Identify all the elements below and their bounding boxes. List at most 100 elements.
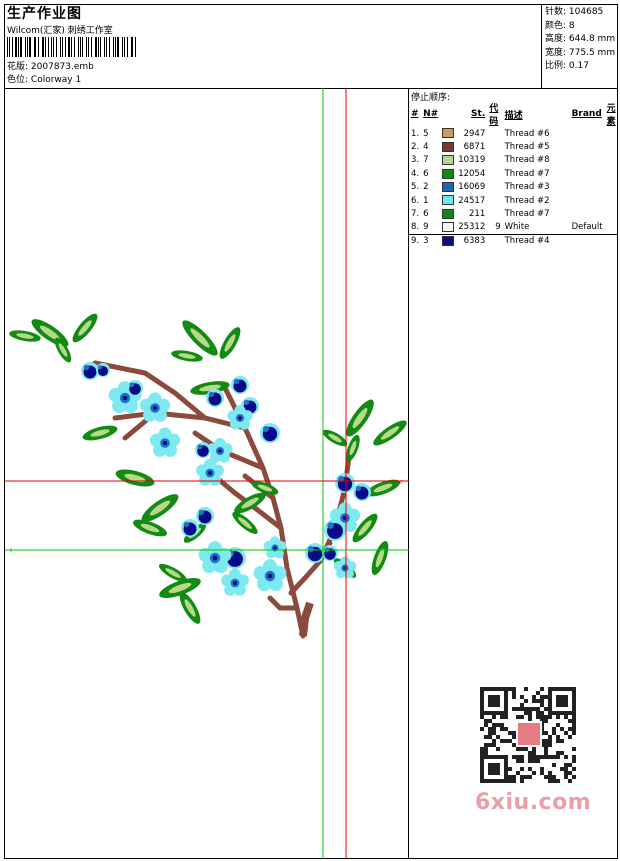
bud-highlight xyxy=(198,509,205,516)
sheet-title: 生产作业图 xyxy=(7,6,82,22)
col-brand: Brand xyxy=(571,109,602,119)
qr-module xyxy=(548,755,552,759)
flower-pistil xyxy=(342,515,348,521)
qr-module xyxy=(480,727,484,731)
row-element xyxy=(605,234,620,247)
barcode-bar xyxy=(56,37,57,57)
qr-module xyxy=(528,767,532,771)
stitches-row: 针数: 104685 xyxy=(545,6,615,20)
barcode-bar xyxy=(117,37,120,57)
col-st: St. xyxy=(471,109,486,119)
scale-row: 比例: 0.17 xyxy=(545,60,615,74)
colorway-label: 色位: xyxy=(7,75,29,85)
bud-highlight xyxy=(327,522,334,529)
qr-module xyxy=(504,727,508,731)
qr-module xyxy=(480,715,484,719)
flower-pistil xyxy=(218,449,222,453)
barcode-bar xyxy=(68,37,71,57)
row-desc: Thread #8 xyxy=(504,155,550,166)
qr-module xyxy=(520,775,524,779)
qr-module xyxy=(568,735,572,739)
stats-divider xyxy=(541,5,542,88)
qr-module xyxy=(520,755,524,759)
bud-highlight xyxy=(83,364,90,371)
row-element xyxy=(605,194,620,207)
barcode-bar xyxy=(79,37,81,57)
qr-module xyxy=(528,711,532,715)
qr-module xyxy=(512,707,516,711)
col-swatch xyxy=(440,101,456,127)
row-no: 9 xyxy=(423,222,429,233)
qr-module xyxy=(572,731,576,735)
barcode-bar xyxy=(100,37,102,57)
qr-module xyxy=(564,755,568,759)
qr-module xyxy=(520,779,524,783)
row-no: 6 xyxy=(423,209,429,220)
qr-module xyxy=(488,727,492,731)
flower-pistil xyxy=(162,440,168,446)
qr-module xyxy=(556,723,560,727)
sequence-row: 7. 6 211 Thread #7 xyxy=(409,207,620,220)
barcode-bar xyxy=(112,37,114,57)
qr-module xyxy=(572,755,576,759)
row-desc: Thread #3 xyxy=(504,182,550,193)
qr-module xyxy=(492,723,496,727)
qr-module xyxy=(572,727,576,731)
bud-highlight xyxy=(98,365,103,370)
row-st: 25312 xyxy=(458,222,486,233)
barcode-bar xyxy=(42,37,45,57)
row-swatch xyxy=(440,234,456,247)
scale-value: 0.17 xyxy=(568,61,589,71)
barcode-bar xyxy=(82,37,84,57)
stitches-value: 104685 xyxy=(568,7,604,17)
sequence-row: 9. 3 6383 Thread #4 xyxy=(409,234,620,247)
thread-color-swatch xyxy=(442,128,455,139)
flower-pistil xyxy=(212,555,218,561)
qr-module xyxy=(544,775,548,779)
row-swatch xyxy=(440,140,456,153)
sequence-row: 6. 1 24517 Thread #2 xyxy=(409,194,620,207)
qr-module xyxy=(556,715,560,719)
qr-module xyxy=(496,735,500,739)
flower-pistil xyxy=(233,581,237,585)
qr-module xyxy=(512,731,516,735)
qr-module xyxy=(508,775,512,779)
qr-module xyxy=(528,715,532,719)
barcode-bar xyxy=(134,37,137,57)
row-element xyxy=(605,127,620,140)
stop-sequence-table: # N# St. 代码 描述 Brand 元素 1. 5 2947 Thread #6… xyxy=(409,101,620,248)
barcode-bar xyxy=(11,37,13,57)
barcode-bar xyxy=(35,37,36,57)
qr-module xyxy=(560,739,564,743)
qr-module xyxy=(532,747,536,751)
row-element xyxy=(605,167,620,180)
qr-finder-core xyxy=(488,695,500,707)
row-brand xyxy=(552,167,605,180)
row-element xyxy=(605,221,620,234)
design-label: 花版: xyxy=(7,62,29,72)
row-swatch xyxy=(440,194,456,207)
bud-highlight xyxy=(263,426,269,432)
qr-module xyxy=(492,743,496,747)
row-swatch xyxy=(440,221,456,234)
barcode-bar xyxy=(33,37,35,57)
qr-module xyxy=(520,747,524,751)
qr-module xyxy=(564,775,568,779)
barcode-bar xyxy=(126,37,128,57)
row-code: 9 xyxy=(495,222,501,233)
qr-module xyxy=(540,767,544,771)
row-code xyxy=(487,127,502,140)
flower-pistil xyxy=(273,546,277,550)
qr-module xyxy=(552,775,556,779)
row-num: 7. xyxy=(411,209,420,220)
colorway-value: Colorway 1 xyxy=(30,75,82,85)
row-swatch xyxy=(440,181,456,194)
bud-highlight xyxy=(197,444,203,450)
barcode-bar xyxy=(132,37,133,57)
qr-module xyxy=(512,687,516,691)
barcode-bar xyxy=(88,37,89,57)
barcode-bar xyxy=(97,37,99,57)
sequence-row: 1. 5 2947 Thread #6 xyxy=(409,127,620,140)
qr-module xyxy=(536,707,540,711)
qr-module xyxy=(540,703,544,707)
